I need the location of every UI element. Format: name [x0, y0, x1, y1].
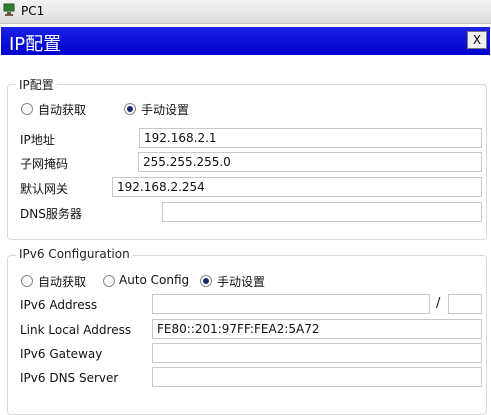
subnet-mask-label: 子网掩码	[20, 157, 69, 171]
window-title: PC1	[21, 4, 45, 18]
ipv4-static-radio[interactable]	[124, 103, 136, 115]
ipv6-auto-config-radio[interactable]	[103, 275, 115, 287]
ipv4-dhcp-label[interactable]: 自动获取	[38, 101, 86, 118]
ipv6-static-radio[interactable]	[200, 275, 212, 287]
ipv6-dhcp-label[interactable]: 自动获取	[38, 273, 86, 290]
default-gateway-field[interactable]: 192.168.2.254	[112, 177, 482, 197]
ipv6-prefix-field[interactable]	[448, 294, 482, 314]
ipv6-dns-server-field[interactable]	[152, 367, 482, 387]
ipv6-address-label: IPv6 Address	[20, 298, 98, 312]
ipv4-group-label: IP配置	[16, 76, 57, 93]
ipv6-address-field[interactable]	[152, 294, 430, 314]
ipv6-dns-server-label: IPv6 DNS Server	[20, 371, 119, 385]
pc-app-icon	[3, 3, 15, 16]
ip-address-field[interactable]: 192.168.2.1	[139, 128, 482, 148]
link-local-address-label: Link Local Address	[20, 323, 132, 337]
window-titlebar: PC1	[0, 0, 491, 24]
close-button[interactable]: X	[467, 31, 487, 49]
ipv6-dhcp-radio[interactable]	[21, 275, 33, 287]
link-local-address-field[interactable]: FE80::201:97FF:FEA2:5A72	[152, 319, 482, 339]
subnet-mask-field[interactable]: 255.255.255.0	[138, 152, 482, 172]
dns-server-field[interactable]	[162, 202, 482, 222]
default-gateway-label: 默认网关	[20, 182, 69, 196]
prefix-slash: /	[436, 296, 441, 311]
ipv4-static-label[interactable]: 手动设置	[141, 101, 189, 118]
ipv6-gateway-label: IPv6 Gateway	[20, 347, 103, 361]
ipv6-auto-config-label[interactable]: Auto Config	[119, 273, 189, 287]
dialog-title: IP配置	[9, 34, 62, 55]
ipv6-static-label[interactable]: 手动设置	[217, 273, 265, 290]
ipv6-gateway-field[interactable]	[152, 343, 482, 363]
ip-address-label: IP地址	[20, 133, 55, 147]
config-panel: IP配置 自动获取 手动设置 IP地址 192.168.2.1 子网掩码 255…	[1, 55, 490, 415]
dialog-titlebar: IP配置 X	[1, 27, 490, 55]
ipv6-group-label: IPv6 Configuration	[16, 247, 133, 261]
dns-server-label: DNS服务器	[20, 207, 82, 221]
ipv4-dhcp-radio[interactable]	[21, 103, 33, 115]
